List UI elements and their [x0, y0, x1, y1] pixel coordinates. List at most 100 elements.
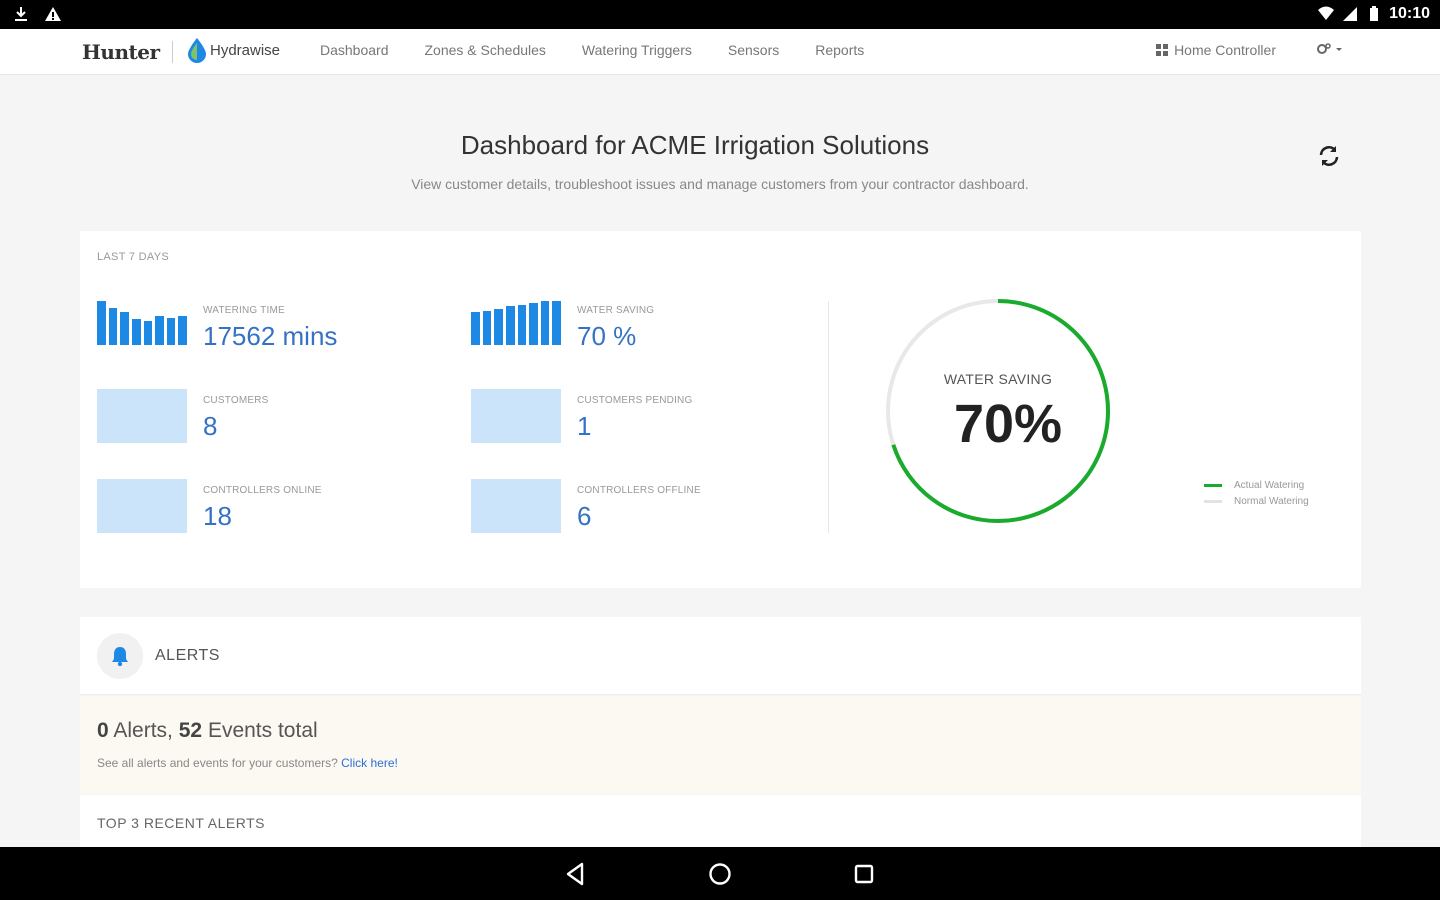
- system-nav-bar: [0, 847, 1440, 900]
- sparkline-bar: [97, 301, 106, 345]
- watering-chart-thumb: [97, 299, 187, 353]
- nav-dashboard[interactable]: Dashboard: [320, 42, 389, 58]
- controllers-online-thumb: [97, 479, 187, 533]
- alerts-hint: See all alerts and events for your custo…: [97, 756, 398, 770]
- stat-controllers-online[interactable]: CONTROLLERS ONLINE 18: [97, 479, 437, 535]
- grid-icon: [1156, 44, 1169, 56]
- legend-item: Normal Watering: [1204, 493, 1309, 509]
- download-icon: [15, 7, 27, 21]
- bell-icon: [97, 633, 143, 679]
- stat-label: CONTROLLERS OFFLINE: [577, 485, 701, 496]
- stats-card: LAST 7 DAYS WATERING TIME 17562 mins WAT…: [80, 231, 1361, 588]
- hunter-logo[interactable]: Hunter: [82, 40, 160, 64]
- page-subtitle: View customer details, troubleshoot issu…: [411, 176, 1029, 192]
- recent-alerts-section: TOP 3 RECENT ALERTS: [80, 795, 1361, 847]
- stat-value: 18: [203, 501, 232, 531]
- home-icon[interactable]: [705, 859, 735, 889]
- sparkline-bar: [120, 312, 129, 345]
- stat-value: 1: [577, 411, 592, 441]
- wifi-icon: [1318, 6, 1335, 20]
- stat-customers-pending[interactable]: CUSTOMERS PENDING 1: [471, 389, 811, 445]
- stat-value: 6: [577, 501, 592, 531]
- legend-item: Actual Watering: [1204, 477, 1309, 493]
- legend-swatch: [1204, 483, 1222, 487]
- sparkline-bar: [505, 306, 515, 345]
- alerts-title: ALERTS: [155, 647, 220, 664]
- recents-icon[interactable]: [849, 859, 879, 889]
- controller-selector[interactable]: Home Controller: [1156, 42, 1276, 58]
- stat-label: CUSTOMERS PENDING: [577, 395, 693, 406]
- nav-reports[interactable]: Reports: [815, 42, 864, 58]
- alerts-word: Alerts,: [113, 719, 173, 742]
- gauge-label: WATER SAVING: [943, 371, 1053, 387]
- stat-controllers-offline[interactable]: CONTROLLERS OFFLINE 6: [471, 479, 811, 535]
- gauge-legend: Actual Watering Normal Watering: [1204, 477, 1309, 509]
- signal-icon: [1343, 7, 1358, 21]
- bar-sparkline: [471, 299, 561, 345]
- stat-value: 8: [203, 411, 218, 441]
- stat-label: CUSTOMERS: [203, 395, 269, 406]
- legend-swatch: [1204, 499, 1222, 503]
- battery-icon: [1370, 6, 1379, 21]
- status-bar: 10:10: [0, 0, 1440, 29]
- saving-chart-thumb: [471, 299, 561, 353]
- sparkline-bar: [178, 316, 187, 345]
- top-nav: Hunter Hydrawise Dashboard Zones & Sched…: [0, 29, 1440, 75]
- stat-water-saving[interactable]: WATER SAVING 70 %: [471, 299, 811, 355]
- hydrawise-wordmark: Hydrawise: [210, 41, 281, 59]
- sparkline-bar: [529, 303, 538, 345]
- hint-text: See all alerts and events for your custo…: [97, 756, 338, 770]
- divider: [172, 41, 173, 63]
- warning-icon: [45, 7, 61, 21]
- sparkline-bar: [471, 312, 480, 345]
- nav-sensors[interactable]: Sensors: [728, 42, 779, 58]
- gear-icon: [1317, 43, 1342, 54]
- page-title: Dashboard for ACME Irrigation Solutions: [460, 130, 930, 160]
- sparkline-bar: [482, 311, 492, 345]
- sparkline-bar: [552, 301, 561, 345]
- customers-pending-thumb: [471, 389, 561, 443]
- controller-name: Home Controller: [1174, 42, 1276, 58]
- stat-customers[interactable]: CUSTOMERS 8: [97, 389, 437, 445]
- alerts-count: 0 Alerts, 52 Events total: [97, 719, 318, 743]
- controllers-offline-thumb: [471, 479, 561, 533]
- period-label: LAST 7 DAYS: [97, 251, 169, 263]
- water-saving-gauge: WATER SAVING 70%: [880, 293, 1116, 529]
- water-drop-icon: [188, 38, 206, 63]
- clock: 10:10: [1389, 5, 1430, 22]
- alerts-link[interactable]: Click here!: [341, 756, 398, 770]
- alert-count-number: 0: [97, 719, 109, 742]
- stat-value: 17562 mins: [203, 321, 338, 351]
- back-icon[interactable]: [561, 859, 591, 889]
- stat-watering-time[interactable]: WATERING TIME 17562 mins: [97, 299, 437, 355]
- stat-label: CONTROLLERS ONLINE: [203, 485, 322, 496]
- refresh-icon[interactable]: [1316, 143, 1342, 169]
- event-count-number: 52: [178, 719, 203, 742]
- sparkline-bar: [143, 321, 153, 345]
- stat-label: WATERING TIME: [203, 305, 285, 316]
- sparkline-bar: [131, 319, 141, 345]
- nav-zones-schedules[interactable]: Zones & Schedules: [425, 42, 546, 58]
- customers-thumb: [97, 389, 187, 443]
- hydrawise-logo[interactable]: Hydrawise: [186, 37, 280, 63]
- alerts-header: ALERTS: [80, 617, 1361, 695]
- nav-menu: Dashboard Zones & Schedules Watering Tri…: [320, 42, 864, 58]
- legend-label: Normal Watering: [1234, 495, 1309, 507]
- events-word: Events total: [207, 719, 318, 742]
- nav-watering-triggers[interactable]: Watering Triggers: [582, 42, 692, 58]
- sparkline-bar: [155, 316, 164, 345]
- stat-value: 70 %: [577, 321, 637, 351]
- sparkline-bar: [108, 308, 118, 345]
- stat-label: WATER SAVING: [577, 305, 655, 316]
- sparkline-bar: [494, 309, 503, 345]
- gauge-value: 70%: [953, 394, 1063, 454]
- recent-alerts-title: TOP 3 RECENT ALERTS: [97, 815, 265, 831]
- alerts-summary: 0 Alerts, 52 Events total See all alerts…: [80, 696, 1361, 794]
- divider: [828, 301, 829, 533]
- settings-menu[interactable]: [1316, 42, 1344, 59]
- bar-sparkline: [97, 299, 187, 345]
- legend-label: Actual Watering: [1234, 479, 1305, 491]
- sparkline-bar: [517, 305, 527, 345]
- sparkline-bar: [540, 301, 550, 345]
- sparkline-bar: [166, 318, 176, 345]
